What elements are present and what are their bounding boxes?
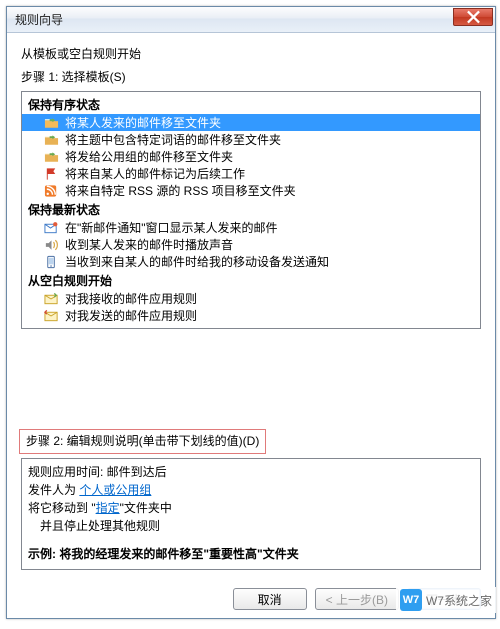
mobile-icon bbox=[44, 255, 59, 269]
template-label: 将来自特定 RSS 源的 RSS 项目移至文件夹 bbox=[65, 183, 296, 199]
template-move-from-person[interactable]: 将某人发来的邮件移至文件夹 bbox=[22, 114, 480, 131]
group-stay-updated: 保持最新状态 bbox=[22, 199, 480, 219]
window-title: 规则向导 bbox=[15, 11, 63, 28]
wizard-body: 从模板或空白规则开始 步骤 1: 选择模板(S) 保持有序状态 将某人发来的邮件… bbox=[7, 33, 495, 618]
template-mobile-notify[interactable]: 当收到来自某人的邮件时给我的移动设备发送通知 bbox=[22, 253, 480, 270]
rss-icon bbox=[44, 184, 59, 198]
template-blank-send[interactable]: 对我发送的邮件应用规则 bbox=[22, 307, 480, 324]
envelope-out-icon bbox=[44, 309, 59, 323]
envelope-in-icon bbox=[44, 292, 59, 306]
folder-move-icon bbox=[44, 133, 59, 147]
desc-line-when: 规则应用时间: 邮件到达后 bbox=[28, 463, 474, 481]
link-specified-folder[interactable]: 指定 bbox=[96, 501, 120, 515]
cancel-button[interactable]: 取消 bbox=[233, 588, 307, 610]
template-move-subject[interactable]: 将主题中包含特定词语的邮件移至文件夹 bbox=[22, 131, 480, 148]
step2-highlight-box: 步骤 2: 编辑规则说明(单击带下划线的值)(D) bbox=[19, 429, 266, 454]
rules-wizard-window: 规则向导 从模板或空白规则开始 步骤 1: 选择模板(S) 保持有序状态 将某人… bbox=[6, 6, 496, 619]
step1-label: 步骤 1: 选择模板(S) bbox=[21, 68, 481, 85]
back-button[interactable]: < 上一步(B) bbox=[315, 588, 399, 610]
spacer bbox=[21, 329, 481, 423]
template-label: 在"新邮件通知"窗口显示某人发来的邮件 bbox=[65, 220, 278, 236]
folder-move-icon bbox=[44, 150, 59, 164]
example-label: 示例: bbox=[28, 547, 59, 561]
template-label: 将来自某人的邮件标记为后续工作 bbox=[65, 166, 245, 182]
example-text: 将我的经理发来的邮件移至"重要性高"文件夹 bbox=[59, 547, 298, 561]
close-button[interactable] bbox=[453, 8, 493, 26]
template-blank-receive[interactable]: 对我接收的邮件应用规则 bbox=[22, 290, 480, 307]
desc-example: 示例: 将我的经理发来的邮件移至"重要性高"文件夹 bbox=[28, 545, 474, 563]
link-people-or-dl[interactable]: 个人或公用组 bbox=[79, 483, 151, 497]
new-mail-alert-icon bbox=[44, 221, 59, 235]
watermark-badge: W7 bbox=[400, 589, 422, 611]
desc-line-stop: 并且停止处理其他规则 bbox=[28, 517, 474, 535]
template-move-rss[interactable]: 将来自特定 RSS 源的 RSS 项目移至文件夹 bbox=[22, 182, 480, 199]
template-listbox[interactable]: 保持有序状态 将某人发来的邮件移至文件夹 将主题中包含特定词语的邮件移至文件夹 … bbox=[21, 91, 481, 329]
template-flag-followup[interactable]: 将来自某人的邮件标记为后续工作 bbox=[22, 165, 480, 182]
rule-description-box: 规则应用时间: 邮件到达后 发件人为 个人或公用组 将它移动到 "指定"文件夹中… bbox=[21, 458, 481, 570]
template-label: 将主题中包含特定词语的邮件移至文件夹 bbox=[65, 132, 281, 148]
template-move-distlist[interactable]: 将发给公用组的邮件移至文件夹 bbox=[22, 148, 480, 165]
template-label: 将发给公用组的邮件移至文件夹 bbox=[65, 149, 233, 165]
folder-move-icon bbox=[44, 116, 59, 130]
close-icon bbox=[466, 10, 481, 24]
watermark-text: W7系统之家 bbox=[426, 592, 492, 609]
sound-icon bbox=[44, 238, 59, 252]
step2-label: 步骤 2: 编辑规则说明(单击带下划线的值)(D) bbox=[26, 434, 259, 448]
template-label: 对我接收的邮件应用规则 bbox=[65, 291, 197, 307]
desc-line-move: 将它移动到 "指定"文件夹中 bbox=[28, 499, 474, 517]
intro-text: 从模板或空白规则开始 bbox=[21, 45, 481, 62]
flag-icon bbox=[44, 167, 59, 181]
desc-line-from: 发件人为 个人或公用组 bbox=[28, 481, 474, 499]
watermark: W7 W7系统之家 bbox=[396, 587, 496, 613]
template-new-mail-alert[interactable]: 在"新邮件通知"窗口显示某人发来的邮件 bbox=[22, 219, 480, 236]
group-keep-organized: 保持有序状态 bbox=[22, 94, 480, 114]
titlebar: 规则向导 bbox=[7, 7, 495, 33]
template-label: 当收到来自某人的邮件时给我的移动设备发送通知 bbox=[65, 254, 329, 270]
group-blank-rule: 从空白规则开始 bbox=[22, 270, 480, 290]
template-label: 收到某人发来的邮件时播放声音 bbox=[65, 237, 233, 253]
template-label: 将某人发来的邮件移至文件夹 bbox=[65, 115, 221, 131]
template-play-sound[interactable]: 收到某人发来的邮件时播放声音 bbox=[22, 236, 480, 253]
template-label: 对我发送的邮件应用规则 bbox=[65, 308, 197, 324]
